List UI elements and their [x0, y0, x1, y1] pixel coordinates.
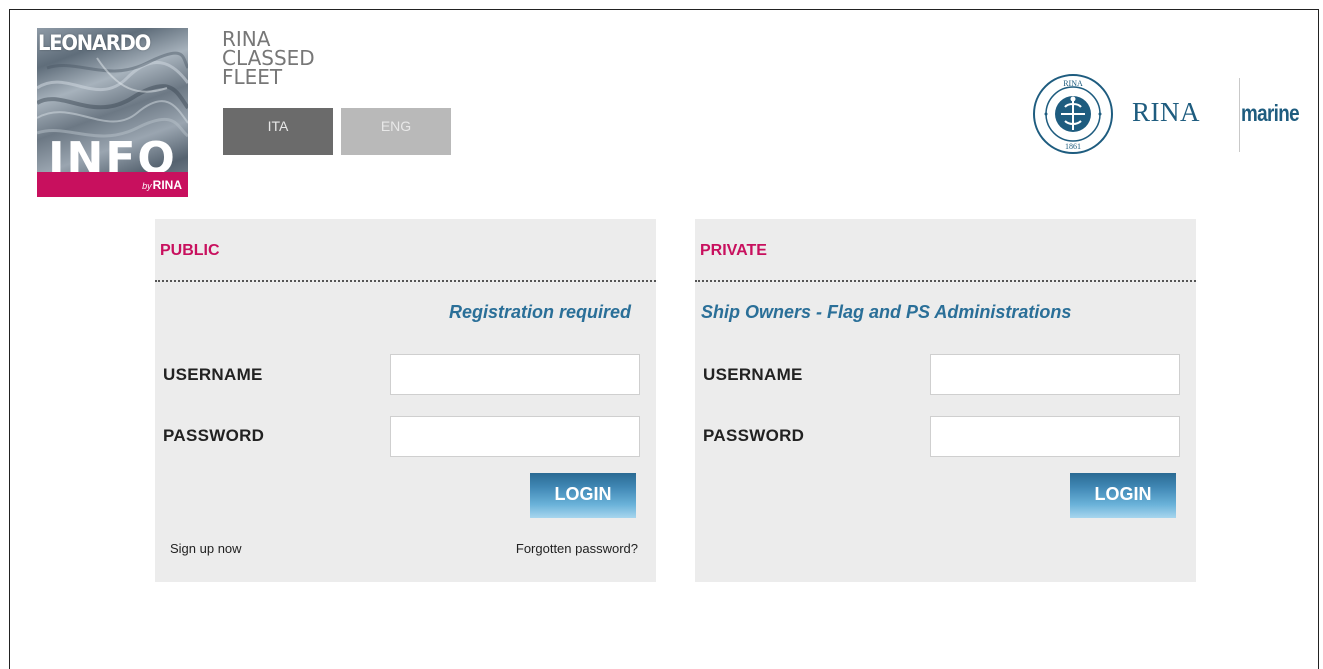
- private-panel-title: PRIVATE: [700, 242, 767, 259]
- language-eng-button[interactable]: ENG: [341, 108, 451, 155]
- public-panel-title: PUBLIC: [160, 242, 220, 259]
- public-password-label: PASSWORD: [163, 426, 265, 445]
- private-password-label: PASSWORD: [703, 426, 805, 445]
- rina-marine-text: marine: [1241, 100, 1300, 126]
- logo-by-rina: byRINA: [142, 178, 182, 193]
- public-password-input[interactable]: [390, 416, 640, 457]
- fleet-title: RINA CLASSED FLEET: [222, 29, 315, 89]
- fleet-title-line-3: FLEET: [222, 65, 283, 89]
- rina-brand-text: RINA: [1132, 97, 1200, 127]
- seal-bottom-text: 1861: [1065, 142, 1081, 151]
- public-login-button[interactable]: LOGIN: [530, 473, 636, 518]
- rina-seal-icon[interactable]: RINA 1861: [1032, 73, 1114, 155]
- forgot-password-link[interactable]: Forgotten password?: [516, 541, 638, 557]
- leonardo-info-logo[interactable]: LEONARDO INFO byRINA: [37, 28, 188, 197]
- private-password-input[interactable]: [930, 416, 1180, 457]
- public-username-input[interactable]: [390, 354, 640, 395]
- private-login-button[interactable]: LOGIN: [1070, 473, 1176, 518]
- logo-top-word: LEONARDO: [38, 31, 151, 55]
- signup-link[interactable]: Sign up now: [170, 541, 242, 557]
- private-login-panel: PRIVATE Ship Owners - Flag and PS Admini…: [695, 219, 1196, 582]
- private-panel-subtitle: Ship Owners - Flag and PS Administration…: [701, 302, 1072, 322]
- logo-by-text: by: [142, 181, 152, 191]
- private-username-label: USERNAME: [703, 365, 803, 384]
- public-panel-subtitle: Registration required: [448, 302, 631, 322]
- public-login-panel: PUBLIC Registration required USERNAME PA…: [155, 219, 656, 582]
- rina-divider: [1239, 78, 1240, 152]
- logo-brand-text: RINA: [152, 178, 182, 192]
- private-username-input[interactable]: [930, 354, 1180, 395]
- seal-top-text: RINA: [1063, 79, 1083, 88]
- private-panel-divider: [695, 280, 1196, 282]
- public-username-label: USERNAME: [163, 365, 263, 384]
- public-panel-divider: [155, 280, 656, 282]
- language-ita-button[interactable]: ITA: [223, 108, 333, 155]
